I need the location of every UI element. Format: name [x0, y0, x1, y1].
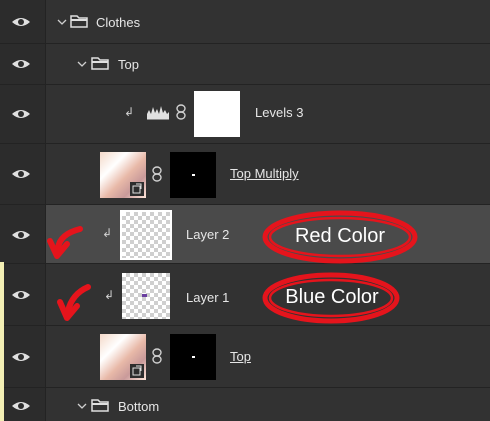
red-color-annotation: Red Color	[294, 225, 386, 247]
layer-mask-thumbnail[interactable]	[170, 334, 216, 380]
levels-adjustment-icon	[147, 106, 169, 120]
layers-panel: Clothes Top ↲ Levels 3 Top Multiply ↲ La…	[0, 0, 490, 421]
visibility-column	[0, 326, 46, 387]
link-chain-icon[interactable]	[151, 348, 163, 364]
layer-row-clothes-group[interactable]: Clothes	[0, 0, 490, 44]
clipping-arrow-icon: ↲	[104, 288, 115, 302]
layer-row-top-group[interactable]: Top	[0, 44, 490, 85]
visibility-column	[0, 264, 46, 325]
eye-icon[interactable]	[11, 289, 31, 301]
chevron-down-icon[interactable]	[76, 400, 88, 412]
eye-icon[interactable]	[11, 229, 31, 241]
pixel-speck	[142, 294, 147, 297]
link-chain-icon[interactable]	[151, 166, 163, 182]
eye-icon[interactable]	[11, 16, 31, 28]
folder-icon	[91, 399, 109, 412]
blue-color-annotation: Blue Color	[285, 286, 379, 308]
smart-object-icon	[130, 364, 144, 378]
smart-object-icon	[130, 182, 144, 196]
eye-icon[interactable]	[11, 108, 31, 120]
eye-icon[interactable]	[11, 168, 31, 180]
chevron-down-icon[interactable]	[76, 58, 88, 70]
layer-name: Levels 3	[255, 105, 304, 120]
layer-mask-thumbnail[interactable]	[194, 91, 240, 137]
layer-name: Top Multiply	[230, 166, 299, 181]
layer-mask-thumbnail[interactable]	[170, 152, 216, 198]
clipping-arrow-icon: ↲	[102, 226, 113, 240]
layer-row-layer-1[interactable]: ↲ Layer 1	[0, 264, 490, 326]
layer-row-layer-2[interactable]: ↲ Layer 2	[0, 205, 490, 264]
folder-icon	[70, 15, 88, 28]
chevron-down-icon[interactable]	[56, 16, 68, 28]
visibility-column	[0, 388, 46, 421]
layer-thumbnail[interactable]	[120, 210, 172, 260]
visibility-column	[0, 44, 46, 84]
smart-object-thumbnail[interactable]	[100, 334, 146, 380]
clipping-arrow-icon: ↲	[124, 105, 135, 119]
eye-icon[interactable]	[11, 58, 31, 70]
visibility-column	[0, 85, 46, 143]
layer-name: Layer 1	[186, 290, 230, 305]
eye-icon[interactable]	[11, 400, 31, 412]
layer-row-top[interactable]: Top	[0, 326, 490, 388]
mask-speck	[192, 174, 195, 176]
layer-row-bottom-group[interactable]: Bottom	[0, 388, 490, 421]
layer-name: Layer 2	[186, 227, 230, 242]
layer-name: Bottom	[118, 399, 160, 414]
window-edge-strip	[0, 262, 4, 421]
layer-name: Top	[118, 57, 139, 72]
layer-row-top-multiply[interactable]: Top Multiply	[0, 144, 490, 205]
visibility-column	[0, 205, 46, 263]
visibility-column	[0, 144, 46, 204]
eye-icon[interactable]	[11, 351, 31, 363]
folder-icon	[91, 57, 109, 70]
layer-row-levels-3[interactable]: ↲ Levels 3	[0, 85, 490, 144]
link-chain-icon[interactable]	[175, 104, 187, 120]
mask-speck	[192, 356, 195, 358]
layer-name: Clothes	[96, 15, 141, 30]
visibility-column	[0, 0, 46, 43]
smart-object-thumbnail[interactable]	[100, 152, 146, 198]
layer-name: Top	[230, 349, 251, 364]
layer-thumbnail[interactable]	[122, 273, 170, 319]
